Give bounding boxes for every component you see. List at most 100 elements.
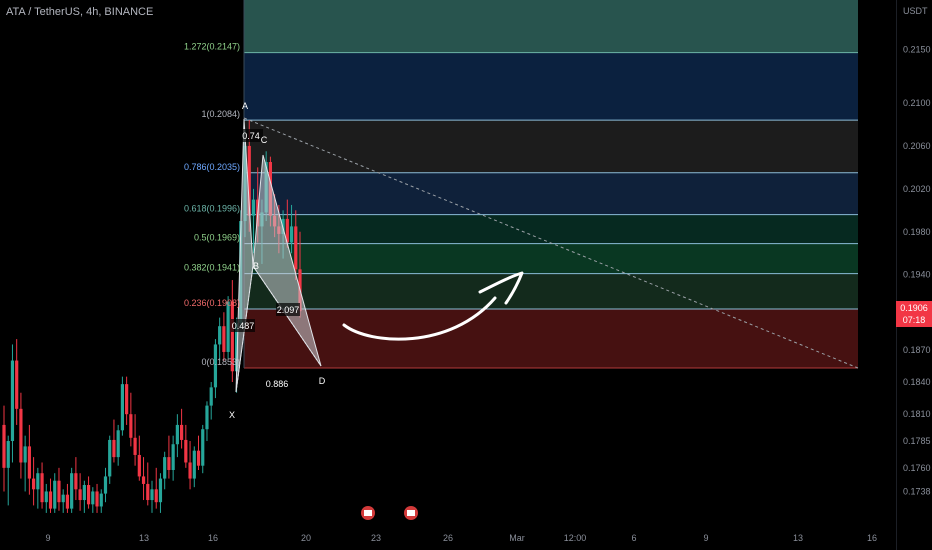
- x-tick-label: 12:00: [564, 533, 587, 543]
- candle-body: [99, 493, 103, 507]
- point-label-a: A: [242, 101, 248, 111]
- fib-label: 0.786(0.2035): [184, 162, 240, 172]
- candle-body: [112, 439, 116, 458]
- candle-body: [53, 480, 57, 509]
- fib-label: 0(0.1853): [201, 357, 240, 367]
- x-tick-label: 6: [631, 533, 636, 543]
- point-label-x: X: [229, 410, 235, 420]
- candle-body: [188, 462, 192, 479]
- candle-body: [65, 494, 70, 509]
- fib-zone: [244, 214, 858, 244]
- last-price-tag: 0.1906 07:18: [896, 301, 932, 327]
- candle-body: [150, 489, 154, 501]
- candle-body: [44, 491, 48, 503]
- fib-label: 0.618(0.1996): [184, 204, 240, 214]
- point-label-d: D: [319, 376, 326, 386]
- fib-zone: [244, 0, 858, 53]
- candle-body: [82, 485, 86, 501]
- fib-label: 0.5(0.1969): [194, 233, 240, 243]
- x-tick-label: 9: [703, 533, 708, 543]
- fib-zone: [244, 172, 858, 215]
- candle-body: [201, 429, 205, 466]
- ratio-label: 0.74: [242, 131, 260, 141]
- candle-body: [158, 478, 163, 503]
- candle-body: [6, 441, 10, 468]
- fib-zone: [244, 243, 858, 274]
- candle-body: [57, 480, 61, 503]
- candle-body: [137, 454, 141, 477]
- fib-zone: [244, 52, 858, 121]
- candle-body: [251, 199, 256, 216]
- candle-body: [289, 226, 294, 243]
- candle-body: [91, 491, 95, 505]
- candle-body: [78, 489, 82, 501]
- x-tick-label: 13: [793, 533, 803, 543]
- candle-body: [2, 424, 6, 468]
- candle-body: [27, 446, 31, 479]
- candle-body: [184, 439, 188, 463]
- candle-body: [32, 478, 36, 490]
- candle-body: [116, 430, 120, 458]
- point-label-c: C: [261, 135, 268, 145]
- candle-body: [70, 473, 74, 509]
- price-axis[interactable]: [896, 0, 932, 550]
- candle-body: [103, 476, 108, 494]
- candle-body: [125, 384, 129, 415]
- fib-zone: [244, 120, 858, 173]
- event-flag-inner: [407, 510, 415, 516]
- candle-body: [205, 405, 209, 430]
- last-price-value: 0.1906: [900, 303, 928, 313]
- candle-body: [222, 326, 226, 352]
- fib-label: 1(0.2084): [201, 109, 240, 119]
- ratio-label: 0.886: [266, 379, 289, 389]
- candle-body: [294, 226, 298, 270]
- candle-body: [74, 473, 78, 490]
- chart-canvas[interactable]: 1.272(0.2147) 1(0.2084) 0.786(0.2035) 0.618…: [0, 0, 932, 550]
- candle-body: [15, 360, 19, 409]
- candle-body: [141, 476, 146, 484]
- candle-body: [154, 489, 158, 503]
- candle-body: [120, 384, 124, 431]
- axis-unit: USDT: [903, 6, 928, 16]
- candle-body: [133, 437, 137, 455]
- x-tick-label: 16: [867, 533, 877, 543]
- fib-zones: [243, 0, 859, 369]
- candle-body: [192, 450, 196, 479]
- chart-title: ATA / TetherUS, 4h, BINANCE: [6, 6, 154, 18]
- x-tick-label: 20: [301, 533, 311, 543]
- candle-body: [36, 473, 40, 490]
- candle-body: [163, 457, 167, 479]
- candle-body: [196, 450, 201, 466]
- ratio-label: 0.487: [232, 321, 255, 331]
- x-tick-label: Mar: [509, 533, 525, 543]
- candle-body: [146, 483, 150, 501]
- fib-label: 0.236(0.1908): [184, 298, 240, 308]
- fib-label: 1.272(0.2147): [184, 42, 240, 52]
- x-tick-label: 23: [371, 533, 381, 543]
- candle-body: [175, 424, 179, 445]
- candle-body: [209, 387, 213, 406]
- x-tick-label: 26: [443, 533, 453, 543]
- candle-body: [61, 494, 65, 503]
- x-tick-label: 13: [139, 533, 149, 543]
- candle-body: [48, 491, 53, 509]
- fib-zone: [244, 273, 858, 310]
- candle-body: [23, 446, 27, 463]
- point-label-b: B: [253, 261, 259, 271]
- candle-body: [129, 414, 133, 438]
- candle-body: [108, 439, 112, 477]
- x-axis-ticks: 9 13 16 20 23 26 Mar 12:00 6 9 13 16: [45, 533, 877, 543]
- fib-label: 0.382(0.1941): [184, 263, 240, 273]
- candle-body: [171, 444, 175, 470]
- x-tick-label: 9: [45, 533, 50, 543]
- ratio-label: 2.097: [277, 305, 300, 315]
- bar-countdown: 07:18: [902, 315, 926, 325]
- candle-body: [19, 408, 23, 463]
- event-flag-inner: [364, 510, 372, 516]
- fib-zone: [244, 309, 858, 369]
- candle-body: [218, 326, 222, 345]
- candle-body: [226, 301, 230, 352]
- candle-body: [10, 360, 15, 442]
- candle-body: [86, 485, 91, 505]
- candle-body: [40, 473, 44, 503]
